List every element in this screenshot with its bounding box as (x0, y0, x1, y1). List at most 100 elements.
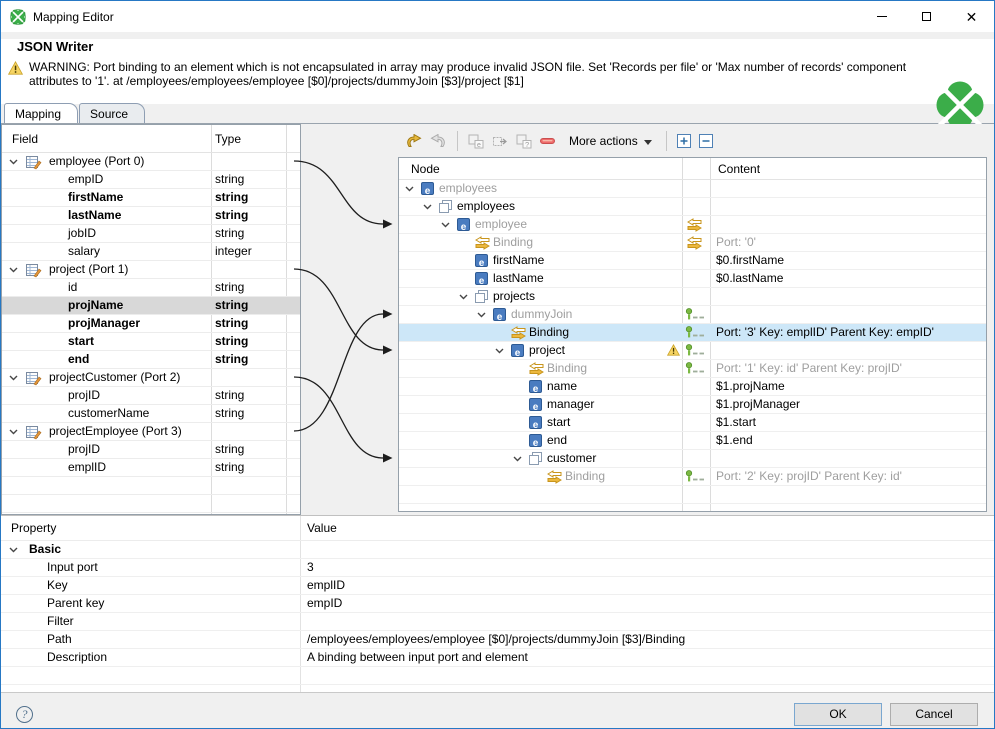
property-row[interactable]: KeyemplID (1, 577, 994, 595)
record-icon (26, 371, 42, 386)
binding-icon (687, 236, 702, 250)
property-row[interactable]: DescriptionA binding between input port … (1, 649, 994, 667)
tree-row[interactable]: customer (399, 450, 986, 468)
close-button[interactable]: ✕ (949, 1, 994, 32)
title-bar: Mapping Editor ✕ (1, 1, 994, 32)
field-row[interactable]: endstring (2, 351, 300, 369)
node-content: Port: '2' Key: projID' Parent Key: id' (716, 468, 902, 485)
toolbar-separator (666, 131, 667, 151)
element-icon: e (421, 182, 434, 195)
property-row[interactable]: Path/employees/employees/employee [$0]/p… (1, 631, 994, 649)
property-row[interactable]: Parent keyempID (1, 595, 994, 613)
field-label: customerName (68, 405, 149, 422)
chevron-down-icon[interactable] (441, 222, 450, 228)
element-icon: e (457, 218, 470, 231)
field-row[interactable]: projManagerstring (2, 315, 300, 333)
tree-row[interactable]: projects (399, 288, 986, 306)
field-row[interactable]: startstring (2, 333, 300, 351)
chevron-down-icon[interactable] (459, 294, 468, 300)
port-row[interactable]: projectEmployee (Port 3) (2, 423, 300, 441)
empty-row (399, 504, 986, 512)
tree-row[interactable]: elastName$0.lastName (399, 270, 986, 288)
node-label: manager (547, 396, 594, 413)
element-icon: e (529, 434, 542, 447)
field-label: emplID (68, 459, 106, 476)
maximize-button[interactable] (904, 1, 949, 32)
chevron-down-icon[interactable] (9, 159, 18, 165)
arrowhead-icon (383, 454, 393, 463)
dialog-header: JSON Writer WARNING: Port binding to an … (1, 39, 994, 104)
chevron-down-icon[interactable] (477, 312, 486, 318)
tab-source[interactable]: Source (79, 103, 145, 123)
node-content: Port: '3' Key: emplID' Parent Key: empID… (716, 324, 934, 341)
field-label: firstName (68, 189, 123, 206)
field-row[interactable]: firstName string (2, 189, 300, 207)
tree-row[interactable]: efirstName$0.firstName (399, 252, 986, 270)
port-label: employee (Port 0) (49, 153, 144, 170)
cancel-button[interactable]: Cancel (890, 703, 978, 726)
more-actions-button[interactable]: More actions (563, 134, 656, 148)
tree-row[interactable]: ename$1.projName (399, 378, 986, 396)
minimize-button[interactable] (859, 1, 904, 32)
ok-button[interactable]: OK (794, 703, 882, 726)
tree-row[interactable]: employees (399, 198, 986, 216)
tab-mapping[interactable]: Mapping (4, 103, 78, 123)
undo-icon[interactable] (405, 134, 422, 148)
port-row[interactable]: project (Port 1) (2, 261, 300, 279)
record-icon (26, 425, 42, 440)
tree-row[interactable]: emanager$1.projManager (399, 396, 986, 414)
remove-icon[interactable] (540, 137, 555, 145)
record-icon (26, 155, 42, 170)
field-row[interactable]: idstring (2, 279, 300, 297)
help-button[interactable]: ? (16, 706, 33, 723)
field-row[interactable]: projIDstring (2, 441, 300, 459)
tree-row[interactable]: e employee (399, 216, 986, 234)
chevron-down-icon[interactable] (9, 547, 18, 553)
field-row[interactable]: empIDstring (2, 171, 300, 189)
tree-row[interactable]: eend$1.end (399, 432, 986, 450)
property-label: Input port (47, 559, 98, 576)
node-label: employee (475, 216, 527, 233)
empty-row (2, 477, 300, 495)
chevron-down-icon[interactable] (405, 186, 414, 192)
field-row[interactable]: customerNamestring (2, 405, 300, 423)
field-row[interactable]: projIDstring (2, 387, 300, 405)
property-row[interactable]: Filter (1, 613, 994, 631)
field-type: string (215, 189, 248, 206)
collapse-all-icon[interactable] (699, 134, 713, 148)
chevron-down-icon[interactable] (9, 429, 18, 435)
tree-row[interactable]: estart$1.start (399, 414, 986, 432)
field-row[interactable]: jobIDstring (2, 225, 300, 243)
tree-row[interactable]: BindingPort: '1' Key: id' Parent Key: pr… (399, 360, 986, 378)
expand-all-icon[interactable] (677, 134, 691, 148)
node-label: employees (439, 180, 497, 197)
field-row[interactable]: projNamestring (2, 297, 300, 315)
property-row[interactable]: Basic (1, 541, 994, 559)
property-header: Property Value (1, 516, 994, 541)
field-type: string (215, 351, 248, 368)
field-row[interactable]: salaryinteger (2, 243, 300, 261)
chevron-down-icon[interactable] (9, 267, 18, 273)
field-label: start (68, 333, 94, 350)
property-label: Parent key (47, 595, 104, 612)
tree-row[interactable]: edummyJoin (399, 306, 986, 324)
add-wildcard-element-icon: ? (516, 134, 532, 149)
field-row[interactable]: lastNamestring (2, 207, 300, 225)
field-label: jobID (68, 225, 96, 242)
field-type: string (215, 171, 244, 188)
port-row[interactable]: employee (Port 0) (2, 153, 300, 171)
tree-row[interactable]: BindingPort: '2' Key: projID' Parent Key… (399, 468, 986, 486)
chevron-down-icon[interactable] (9, 375, 18, 381)
chevron-down-icon[interactable] (513, 456, 522, 462)
chevron-down-icon[interactable] (423, 204, 432, 210)
tree-row[interactable]: BindingPort: '3' Key: emplID' Parent Key… (399, 324, 986, 342)
port-row[interactable]: projectCustomer (Port 2) (2, 369, 300, 387)
field-row[interactable]: emplIDstring (2, 459, 300, 477)
array-icon (529, 452, 543, 465)
port-label: projectCustomer (Port 2) (49, 369, 180, 386)
property-row[interactable]: Input port3 (1, 559, 994, 577)
tree-row[interactable]: BindingPort: '0' (399, 234, 986, 252)
tree-row[interactable]: eproject (399, 342, 986, 360)
chevron-down-icon[interactable] (495, 348, 504, 354)
tree-row[interactable]: e employees (399, 180, 986, 198)
